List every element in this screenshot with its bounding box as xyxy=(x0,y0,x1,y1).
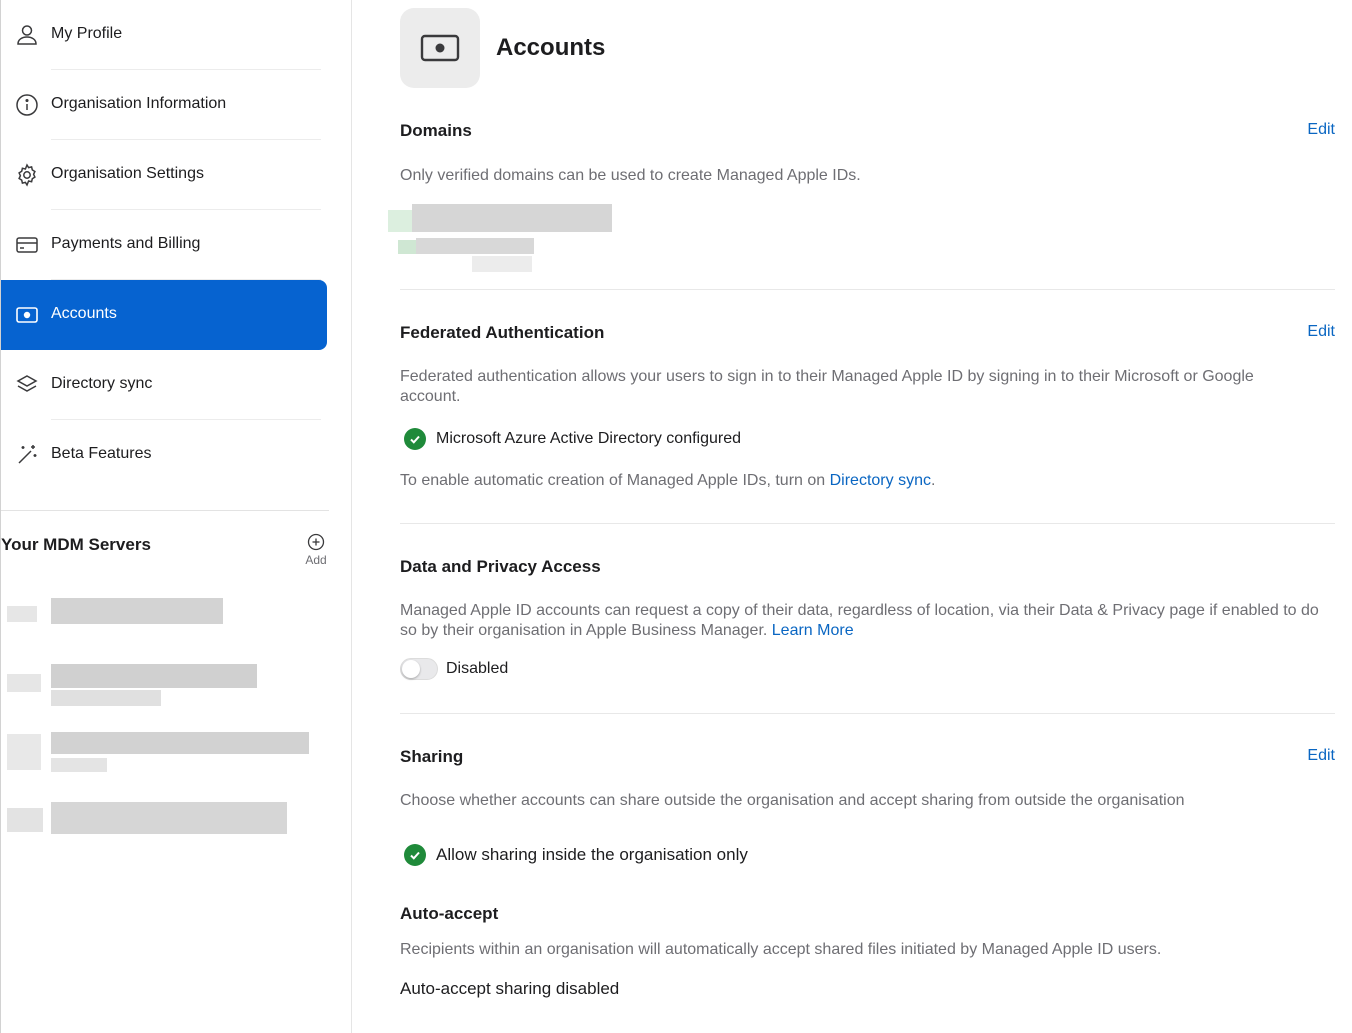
sidebar-item-label: Directory sync xyxy=(51,375,153,392)
domain-list-redacted xyxy=(388,200,618,274)
directory-sync-note-text: To enable automatic creation of Managed … xyxy=(400,472,830,489)
sidebar-item-label: Organisation Information xyxy=(51,95,227,112)
sidebar-item-beta-features[interactable]: Beta Features xyxy=(1,420,327,490)
federated-auth-title: Federated Authentication xyxy=(400,323,605,342)
sidebar-item-directory-sync[interactable]: Directory sync xyxy=(1,350,327,420)
toggle-label: Disabled xyxy=(446,660,509,677)
divider xyxy=(400,289,1335,290)
checkmark-circle-icon xyxy=(404,428,426,450)
toggle-knob xyxy=(402,660,420,678)
sparkle-icon xyxy=(15,443,39,467)
auto-accept-description: Recipients within an organisation will a… xyxy=(400,941,1162,958)
directory-sync-link[interactable]: Directory sync xyxy=(830,472,931,489)
data-privacy-toggle-row: Disabled xyxy=(400,658,508,680)
mdm-servers-title: Your MDM Servers xyxy=(1,535,151,554)
page-title: Accounts xyxy=(496,34,606,61)
sharing-description: Choose whether accounts can share outsid… xyxy=(400,792,1185,809)
sidebar-item-label: My Profile xyxy=(51,25,123,42)
add-circle-icon xyxy=(307,533,325,551)
divider xyxy=(400,523,1335,524)
info-icon xyxy=(15,93,39,117)
sidebar-item-label: Payments and Billing xyxy=(51,235,201,252)
sidebar-item-label: Accounts xyxy=(51,305,117,322)
sidebar-item-label: Organisation Settings xyxy=(51,165,204,182)
mdm-server-item-redacted[interactable] xyxy=(7,664,267,708)
sidebar-item-accounts[interactable]: Accounts xyxy=(1,280,327,350)
layers-icon xyxy=(15,373,39,397)
sidebar: My Profile Organisation Information Orga… xyxy=(0,0,352,1033)
sharing-edit-link[interactable]: Edit xyxy=(1307,747,1335,765)
accounts-header-icon xyxy=(400,8,480,88)
mdm-server-item-redacted[interactable] xyxy=(7,800,297,844)
divider xyxy=(400,713,1335,714)
mdm-server-item-redacted[interactable] xyxy=(7,730,317,778)
domains-title: Domains xyxy=(400,121,472,140)
federated-auth-status-text: Microsoft Azure Active Directory configu… xyxy=(436,430,742,447)
person-icon xyxy=(15,23,39,47)
checkmark-circle-icon xyxy=(404,844,426,866)
learn-more-link[interactable]: Learn More xyxy=(772,622,854,639)
directory-sync-note-suffix: . xyxy=(930,472,936,489)
sharing-status: Allow sharing inside the organisation on… xyxy=(404,844,748,866)
directory-sync-note: To enable automatic creation of Managed … xyxy=(400,471,1330,491)
data-privacy-description: Managed Apple ID accounts can request a … xyxy=(400,601,1325,641)
auto-accept-status: Auto-accept sharing disabled xyxy=(400,979,620,998)
mdm-server-item-redacted[interactable] xyxy=(7,598,237,628)
sidebar-item-organisation-settings[interactable]: Organisation Settings xyxy=(1,140,327,210)
auto-accept-title: Auto-accept xyxy=(400,904,499,923)
data-privacy-toggle[interactable] xyxy=(400,658,438,680)
credit-card-icon xyxy=(15,233,39,257)
federated-auth-edit-link[interactable]: Edit xyxy=(1307,323,1335,341)
sharing-title: Sharing xyxy=(400,747,464,766)
sidebar-item-payments-and-billing[interactable]: Payments and Billing xyxy=(1,210,327,280)
divider xyxy=(1,510,329,511)
add-label: Add xyxy=(305,553,327,567)
federated-auth-status: Microsoft Azure Active Directory configu… xyxy=(404,428,741,450)
data-privacy-title: Data and Privacy Access xyxy=(400,557,601,576)
apple-account-icon xyxy=(15,303,39,327)
sidebar-item-label: Beta Features xyxy=(51,445,152,462)
add-mdm-server-button[interactable]: Add xyxy=(301,533,331,573)
sidebar-item-organisation-information[interactable]: Organisation Information xyxy=(1,70,327,140)
data-privacy-description-text: Managed Apple ID accounts can request a … xyxy=(400,602,1319,639)
domains-description: Only verified domains can be used to cre… xyxy=(400,167,861,184)
sidebar-item-my-profile[interactable]: My Profile xyxy=(1,0,327,70)
sharing-status-text: Allow sharing inside the organisation on… xyxy=(436,845,748,864)
gear-icon xyxy=(15,163,39,187)
domains-edit-link[interactable]: Edit xyxy=(1307,121,1335,139)
federated-auth-description: Federated authentication allows your use… xyxy=(400,368,1254,405)
